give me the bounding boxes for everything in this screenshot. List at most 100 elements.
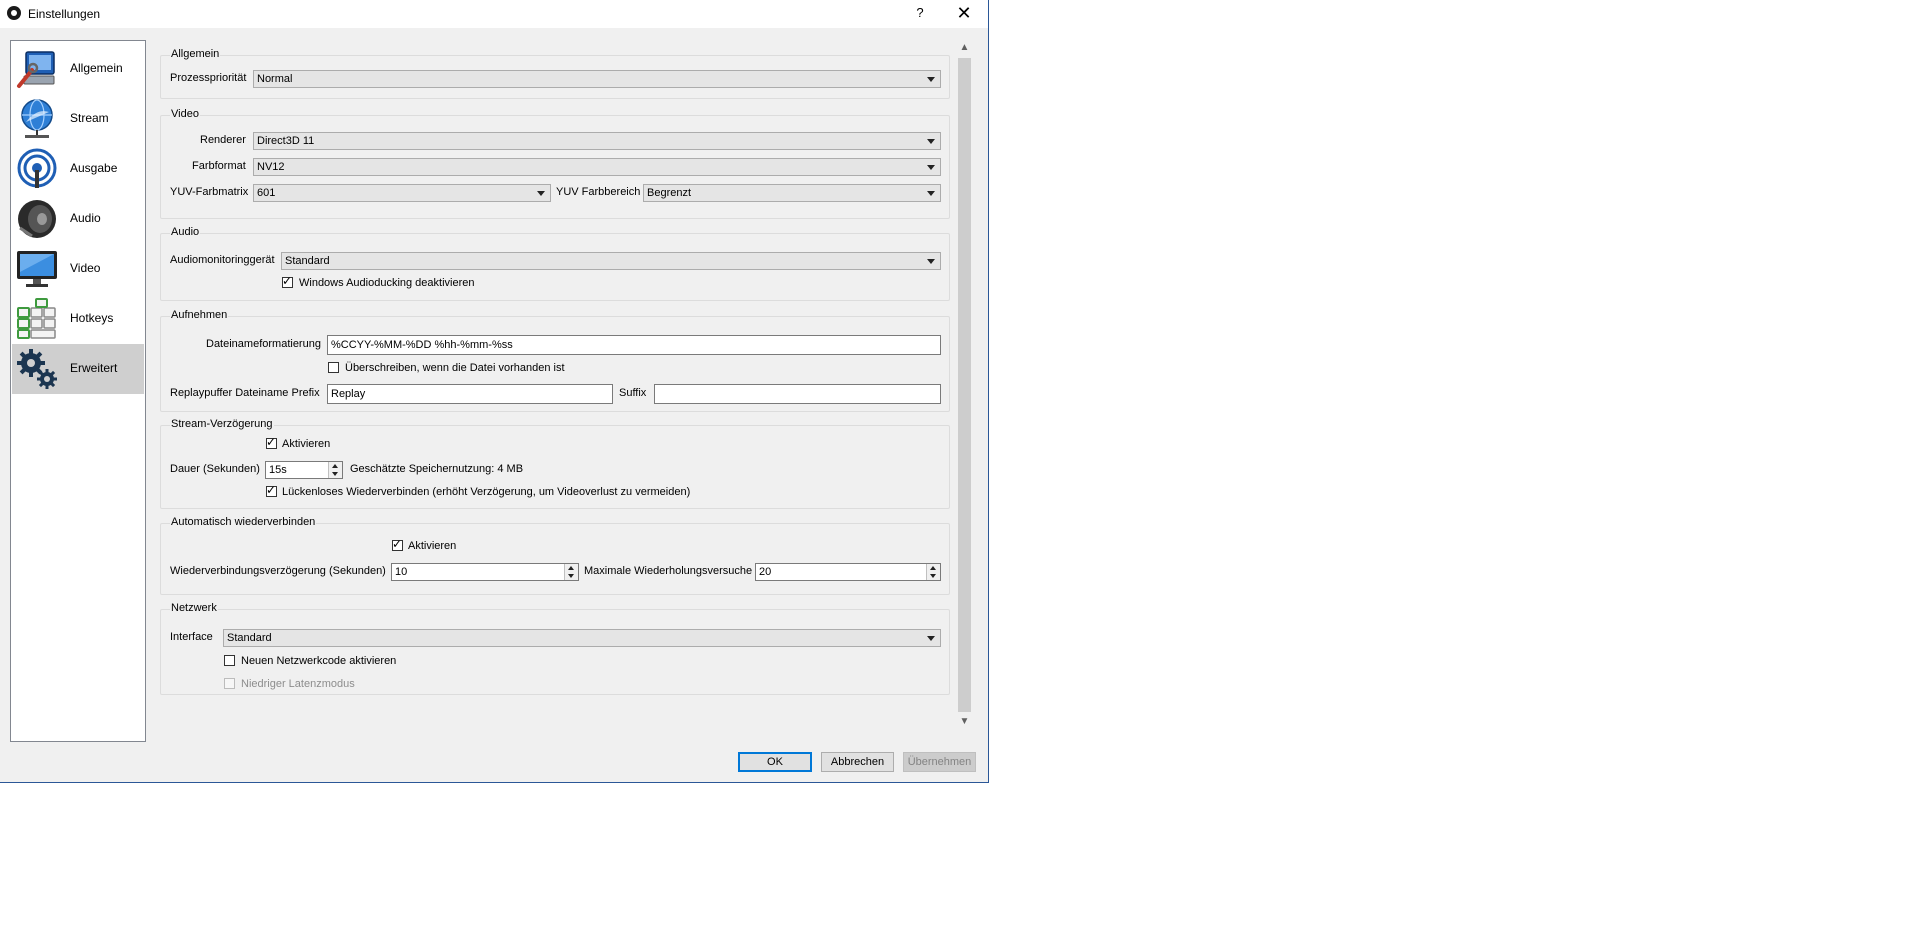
chevron-down-icon	[927, 165, 935, 170]
process-priority-select[interactable]: Normal	[253, 70, 941, 88]
chevron-down-icon	[568, 574, 574, 578]
sidebar-item-output[interactable]: Ausgabe	[12, 144, 144, 194]
max-retries-spinbox[interactable]: 20	[755, 563, 941, 581]
close-button[interactable]: ✕	[950, 3, 978, 23]
renderer-label: Renderer	[200, 134, 246, 146]
filename-format-input[interactable]: %CCYY-%MM-%DD %hh-%mm-%ss	[327, 335, 941, 355]
sidebar-item-label: Ausgabe	[70, 161, 118, 175]
broadcast-antenna-icon	[17, 148, 57, 188]
ok-button[interactable]: OK	[738, 752, 812, 772]
group-reconnect: Automatisch wiederverbinden ✓ Aktivieren…	[160, 516, 950, 595]
ducking-checkbox[interactable]: ✓	[282, 274, 293, 288]
checkmark-icon: ✓	[282, 274, 293, 288]
chevron-down-icon	[927, 77, 935, 82]
reconnect-enable-checkbox[interactable]: ✓	[392, 537, 403, 551]
sidebar-item-general[interactable]: Allgemein	[12, 44, 144, 94]
reconnect-delay-label: Wiederverbindungsverzögerung (Sekunden)	[170, 565, 386, 577]
interface-select[interactable]: Standard	[223, 629, 941, 647]
preserve-label: Lückenloses Wiederverbinden (erhöht Verz…	[282, 486, 691, 498]
group-audio: Audio Audiomonitoringgerät Standard ✓ Wi…	[160, 226, 950, 301]
overwrite-checkbox[interactable]	[328, 362, 339, 373]
apply-button: Übernehmen	[903, 752, 976, 772]
suffix-input[interactable]	[654, 384, 941, 404]
chevron-down-icon	[930, 574, 936, 578]
sidebar-item-hotkeys[interactable]: Hotkeys	[12, 294, 144, 344]
title-bar: Einstellungen ? ✕	[0, 0, 988, 28]
interface-label: Interface	[170, 631, 213, 643]
speaker-icon	[18, 200, 56, 238]
group-title: Video	[170, 108, 200, 120]
group-stream-delay: Stream-Verzögerung ✓ Aktivieren Dauer (S…	[160, 418, 950, 509]
window-title: Einstellungen	[28, 7, 101, 21]
chevron-up-icon	[332, 464, 338, 468]
selected-value: Standard	[285, 255, 330, 267]
selected-value: Normal	[257, 73, 293, 85]
chevron-down-icon	[537, 191, 545, 196]
scrollbar-thumb[interactable]	[958, 58, 971, 712]
renderer-select[interactable]: Direct3D 11	[253, 132, 941, 150]
selected-value: Begrenzt	[647, 187, 692, 199]
spin-value: 20	[759, 566, 772, 578]
sidebar-item-advanced[interactable]: Erweitert	[12, 344, 144, 394]
yuv-matrix-label: YUV-Farbmatrix	[170, 186, 249, 198]
new-network-code-label: Neuen Netzwerkcode aktivieren	[241, 655, 397, 667]
spin-buttons[interactable]	[564, 564, 578, 580]
scroll-down-icon[interactable]: ▼	[956, 714, 973, 730]
spin-value: 10	[395, 566, 408, 578]
scroll-up-icon[interactable]: ▲	[956, 40, 973, 56]
monitor-icon	[17, 251, 57, 287]
group-network: Netzwerk Interface Standard Neuen Netzwe…	[160, 602, 950, 695]
computer-wrench-icon	[17, 51, 55, 88]
settings-content: Allgemein Prozesspriorität Normal Video …	[160, 46, 950, 716]
yuv-range-select[interactable]: Begrenzt	[643, 184, 941, 202]
sidebar-item-video[interactable]: Video	[12, 244, 144, 294]
chevron-down-icon	[927, 191, 935, 196]
yuv-range-label: YUV Farbbereich	[556, 186, 641, 198]
sidebar-item-label: Allgemein	[70, 61, 123, 75]
group-title: Aufnehmen	[170, 309, 229, 321]
sidebar-item-stream[interactable]: Stream	[12, 94, 144, 144]
color-format-select[interactable]: NV12	[253, 158, 941, 176]
group-title: Netzwerk	[170, 602, 218, 614]
input-value: Replay	[331, 388, 366, 400]
sidebar-item-label: Video	[70, 261, 101, 275]
obs-logo-icon	[7, 6, 21, 20]
group-video: Video Renderer Direct3D 11 Farbformat NV…	[160, 108, 950, 219]
stream-delay-enable-checkbox[interactable]: ✓	[266, 435, 277, 449]
keyboard-icon	[17, 298, 56, 339]
ducking-label: Windows Audioducking deaktivieren	[299, 277, 475, 289]
selected-value: 601	[257, 187, 276, 199]
low-latency-label: Niedriger Latenzmodus	[241, 678, 355, 690]
new-network-code-checkbox[interactable]	[224, 655, 235, 666]
suffix-label: Suffix	[619, 387, 647, 399]
audio-monitor-device-select[interactable]: Standard	[281, 252, 941, 270]
yuv-matrix-select[interactable]: 601	[253, 184, 551, 202]
preserve-checkbox[interactable]: ✓	[266, 483, 277, 497]
group-title: Automatisch wiederverbinden	[170, 516, 317, 528]
overwrite-label: Überschreiben, wenn die Datei vorhanden …	[345, 362, 565, 374]
chevron-up-icon	[568, 566, 574, 570]
duration-spinbox[interactable]: 15s	[265, 461, 343, 479]
memory-estimate: Geschätzte Speichernutzung: 4 MB	[350, 463, 524, 475]
group-title: Allgemein	[170, 48, 221, 60]
checkmark-icon: ✓	[266, 435, 277, 449]
vertical-scrollbar[interactable]: ▲ ▼	[956, 40, 973, 730]
reconnect-delay-spinbox[interactable]: 10	[391, 563, 579, 581]
max-retries-label: Maximale Wiederholungsversuche	[584, 565, 753, 577]
stream-delay-enable-label: Aktivieren	[282, 438, 331, 450]
group-recording: Aufnehmen Dateinameformatierung %CCYY-%M…	[160, 309, 950, 412]
spin-buttons[interactable]	[926, 564, 940, 580]
audio-monitor-device-label: Audiomonitoringgerät	[170, 254, 275, 266]
group-title: Stream-Verzögerung	[170, 418, 274, 430]
color-format-label: Farbformat	[192, 160, 246, 172]
chevron-down-icon	[332, 472, 338, 476]
cancel-button[interactable]: Abbrechen	[821, 752, 894, 772]
help-button[interactable]: ?	[908, 3, 932, 23]
spin-buttons[interactable]	[328, 462, 342, 478]
chevron-down-icon	[927, 259, 935, 264]
duration-label: Dauer (Sekunden)	[170, 463, 260, 475]
replay-prefix-input[interactable]: Replay	[327, 384, 613, 404]
sidebar-item-audio[interactable]: Audio	[12, 194, 144, 244]
checkmark-icon: ✓	[266, 483, 277, 497]
group-title: Audio	[170, 226, 201, 238]
